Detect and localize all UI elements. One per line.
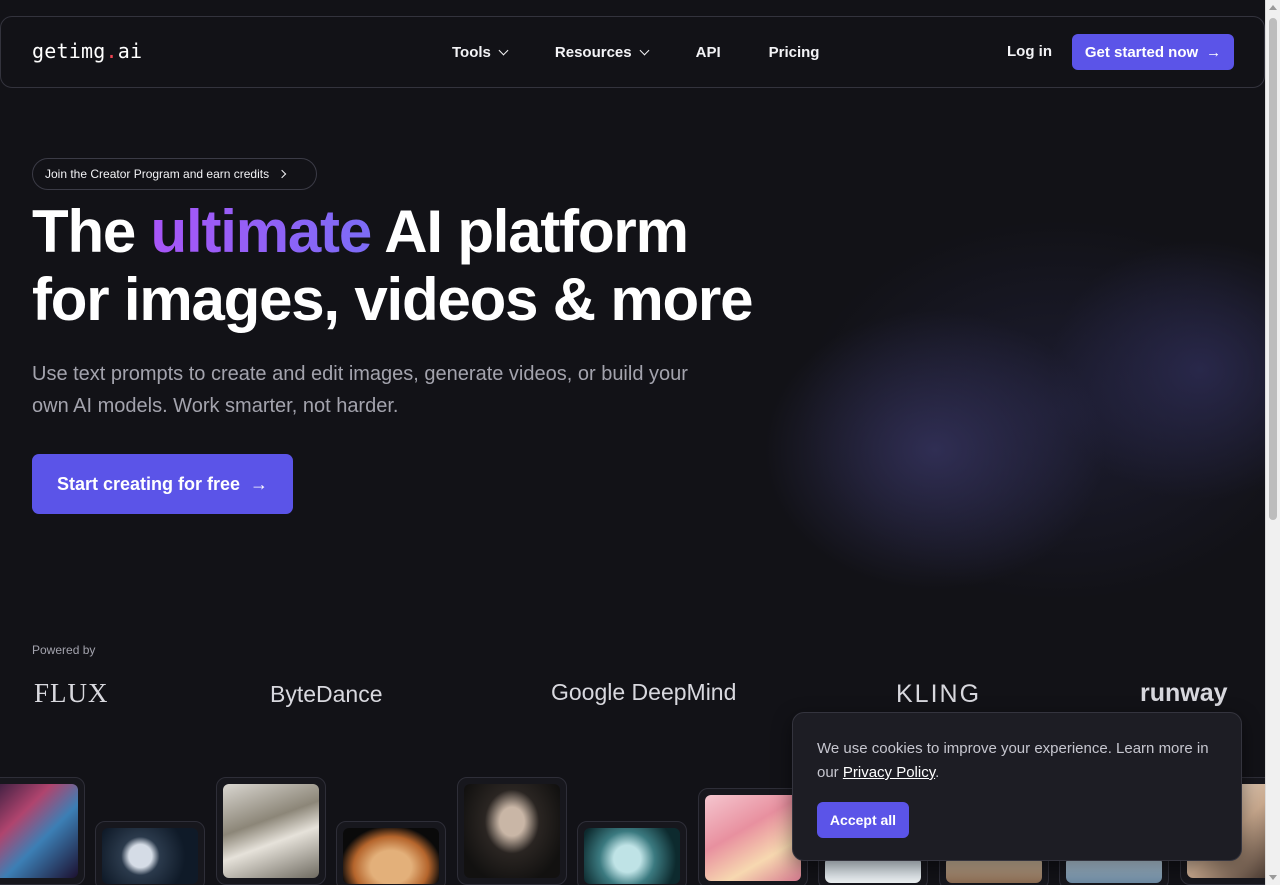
nav-item-resources[interactable]: Resources [554,43,650,61]
cookie-text-end: . [935,764,940,781]
creator-program-pill[interactable]: Join the Creator Program and earn credit… [32,158,317,190]
gallery-image [0,777,85,885]
login-link[interactable]: Log in [1007,43,1052,60]
gallery-image-art [223,784,319,878]
page-scrollbar[interactable] [1265,0,1280,885]
accept-all-button[interactable]: Accept all [817,802,909,838]
brand-logo-google-deepmind: Google DeepMind [551,679,737,705]
headline-part2: AI platform [371,198,689,265]
cookie-banner: We use cookies to improve your experienc… [792,712,1242,861]
logo-dot: . [105,39,118,63]
brand-logo-flux: FLUX [34,678,109,708]
gallery-image [95,821,205,885]
gallery-image-art [0,784,78,878]
hero-headline: The ultimate AI platform for images, vid… [32,198,753,334]
scroll-down-arrow-icon[interactable] [1269,875,1277,880]
powered-by-label: Powered by [32,643,96,657]
nav-item-label: API [695,43,721,61]
logo-text-prefix: getimg [32,39,106,63]
brand-logo-kling: KLING [896,680,982,708]
gallery-image-art [705,795,801,881]
brand-logo-runway: runway [1140,679,1228,707]
nav-item-api[interactable]: API [696,44,721,61]
get-started-button[interactable]: Get started now → [1072,34,1234,70]
headline-part1: The [32,198,151,265]
brand-logo-bytedance: ByteDance [270,681,383,707]
start-creating-label: Start creating for free [56,473,241,494]
headline-accent: ultimate [150,198,373,265]
nav-item-tools[interactable]: Tools [452,43,509,61]
gallery-image [577,821,687,885]
hero-subtext: Use text prompts to create and edit imag… [32,363,688,417]
start-creating-button[interactable]: Start creating for free → [32,454,293,514]
gallery-image-art [343,828,439,884]
nav-item-label: Tools [452,43,491,61]
logo[interactable]: getimg.ai [32,39,142,63]
main-nav: Tools Resources API Pricing [452,17,819,87]
gallery-image-art [584,828,680,884]
headline-line2: for images, videos & more [32,266,753,333]
cookie-text: We use cookies to improve your experienc… [817,737,1217,785]
nav-item-label: Resources [554,43,632,61]
gallery-image-art [102,828,198,884]
background-glow [760,220,1280,600]
gallery-image [457,777,567,885]
arrow-right-icon: → [1206,43,1222,61]
scrollbar-thumb[interactable] [1269,18,1277,520]
nav-item-pricing[interactable]: Pricing [769,44,820,61]
navbar: getimg.ai Tools Resources API Pricing Lo… [0,16,1265,88]
privacy-policy-link[interactable]: Privacy Policy [843,764,935,781]
nav-item-label: Pricing [768,43,820,61]
chevron-down-icon [498,45,509,55]
arrow-right-icon: → [250,474,269,494]
creator-program-label: Join the Creator Program and earn credit… [45,167,270,181]
page: getimg.ai Tools Resources API Pricing Lo… [0,0,1280,885]
scroll-up-arrow-icon[interactable] [1269,5,1277,10]
gallery-image [216,777,326,885]
chevron-right-icon [277,169,287,179]
get-started-label: Get started now [1084,43,1199,61]
gallery-image-art [464,784,560,878]
gallery-image [336,821,446,885]
logo-text-suffix: ai [117,39,143,63]
chevron-down-icon [639,45,650,55]
